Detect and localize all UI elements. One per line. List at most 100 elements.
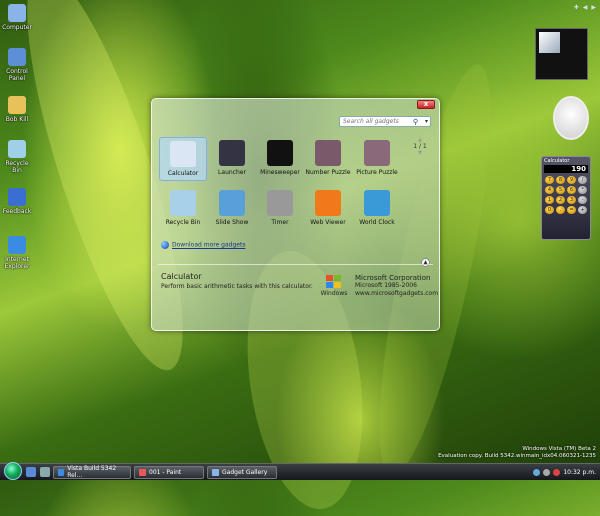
gadget-item[interactable]: Recycle Bin bbox=[159, 187, 207, 229]
watermark-line2: Evaluation copy. Build 5342.winmain_idx0… bbox=[438, 453, 596, 459]
detail-title: Calculator bbox=[161, 272, 202, 281]
computer-icon bbox=[8, 4, 26, 22]
picture-puzzle-icon bbox=[364, 140, 390, 166]
calculator-key[interactable]: 2 bbox=[556, 196, 565, 204]
publisher-copyright: Microsoft 1985-2006 bbox=[355, 282, 417, 289]
rss-icon bbox=[315, 190, 341, 216]
publisher-info: Microsoft Corporation Microsoft 1985-200… bbox=[355, 274, 438, 298]
calculator-icon bbox=[170, 141, 196, 167]
gadget-name: Slide Show bbox=[215, 219, 249, 226]
desktop-icon[interactable]: Feedback bbox=[2, 188, 32, 215]
launcher-icon bbox=[219, 140, 245, 166]
search-box[interactable]: ⚲ ▾ bbox=[339, 116, 431, 127]
download-more-link[interactable]: Download more gadgets bbox=[161, 241, 245, 249]
system-tray: 10:32 p.m. bbox=[533, 468, 600, 476]
page-indicator: 1 / 1 bbox=[413, 143, 427, 150]
desktop-icon-label: Bob Kill bbox=[5, 116, 29, 123]
gadget-item[interactable]: Timer bbox=[256, 187, 304, 229]
calculator-key[interactable]: + bbox=[578, 206, 587, 214]
volume-icon[interactable] bbox=[543, 468, 551, 476]
calculator-key[interactable]: - bbox=[578, 196, 587, 204]
gadget-item[interactable]: Picture Puzzle bbox=[353, 137, 401, 179]
gadget-name: Timer bbox=[271, 219, 289, 226]
recycle-bin-icon bbox=[8, 140, 26, 158]
calculator-key[interactable]: 1 bbox=[545, 196, 554, 204]
slideshow-picture bbox=[539, 32, 560, 53]
pager: ▲ 1 / 1 ▼ bbox=[410, 137, 430, 156]
show-desktop-icon[interactable] bbox=[26, 467, 36, 477]
calculator-gadget[interactable]: Calculator 190 7 8 9/ 4 5 6 * 1 2 3- 0. = + bbox=[541, 156, 591, 240]
collapse-details-button[interactable]: ▲ bbox=[421, 258, 430, 267]
page-down-icon[interactable]: ▼ bbox=[410, 150, 430, 156]
desktop-icon[interactable]: Internet Explorer bbox=[2, 236, 32, 270]
taskbar-button-label: Gadget Gallery bbox=[222, 468, 268, 476]
search-input[interactable] bbox=[340, 117, 410, 126]
gadget-name: World Clock bbox=[359, 219, 395, 226]
watermark-line1: Windows Vista (TM) Beta 2 bbox=[522, 446, 596, 452]
calculator-key[interactable]: = bbox=[567, 206, 576, 214]
desktop-icon[interactable]: Computer bbox=[2, 4, 32, 31]
gadget-item[interactable]: Minesweeper bbox=[256, 137, 304, 179]
world-clock-icon bbox=[364, 190, 390, 216]
publisher-url[interactable]: www.microsoftgadgets.com bbox=[355, 290, 438, 298]
gadget-gallery-icon bbox=[212, 468, 219, 476]
calculator-key[interactable]: 8 bbox=[556, 176, 565, 184]
slideshow-gadget[interactable] bbox=[535, 28, 588, 80]
download-label: Download more gadgets bbox=[172, 241, 246, 249]
taskbar-button[interactable]: 001 - Paint bbox=[134, 465, 204, 479]
gadget-name: Picture Puzzle bbox=[356, 169, 398, 176]
taskbar: Vista Build 5342 Rel... 001 - Paint Gadg… bbox=[0, 462, 600, 480]
gadget-item[interactable]: Web Viewer bbox=[304, 187, 352, 229]
folder-icon bbox=[8, 96, 26, 114]
control-panel-icon bbox=[8, 48, 26, 66]
gadget-item[interactable]: Number Puzzle bbox=[304, 137, 352, 179]
chevron-down-icon[interactable]: ▾ bbox=[425, 118, 428, 125]
calculator-key[interactable]: . bbox=[556, 206, 565, 214]
gadget-item[interactable]: World Clock bbox=[353, 187, 401, 229]
calculator-key[interactable]: 5 bbox=[556, 186, 565, 194]
windows-flag-icon bbox=[326, 275, 342, 289]
gadget-name: Number Puzzle bbox=[305, 169, 351, 176]
gadget-item[interactable]: Calculator bbox=[159, 137, 207, 181]
gadget-name: Web Viewer bbox=[310, 219, 346, 226]
calculator-key[interactable]: 7 bbox=[545, 176, 554, 184]
gadget-item[interactable]: Slide Show bbox=[208, 187, 256, 229]
gadget-name: Minesweeper bbox=[260, 169, 300, 176]
number-puzzle-icon bbox=[315, 140, 341, 166]
desktop-icon[interactable]: Control Panel bbox=[2, 48, 32, 82]
calculator-title: Calculator bbox=[544, 158, 570, 164]
add-gadget-icon[interactable]: ✚ bbox=[574, 4, 579, 11]
desktop-icon[interactable]: Recycle Bin bbox=[2, 140, 32, 174]
start-button[interactable] bbox=[4, 462, 22, 480]
gadget-gallery-window: x ⚲ ▾ ▲ 1 / 1 ▼ Calculator Launcher Mine… bbox=[151, 98, 440, 331]
windows-logo: Windows bbox=[318, 275, 350, 297]
calculator-key[interactable]: 0 bbox=[545, 206, 554, 214]
clock[interactable]: 10:32 p.m. bbox=[563, 469, 596, 476]
clock-gadget[interactable] bbox=[553, 96, 589, 140]
calculator-key[interactable]: 9 bbox=[567, 176, 576, 184]
taskbar-button[interactable]: Gadget Gallery bbox=[207, 465, 277, 479]
previous-icon[interactable]: ◀ bbox=[583, 4, 588, 11]
calculator-key[interactable]: 4 bbox=[545, 186, 554, 194]
desktop-icon[interactable]: Bob Kill bbox=[2, 96, 32, 123]
security-icon[interactable] bbox=[553, 468, 561, 476]
slide-show-icon bbox=[219, 190, 245, 216]
taskbar-button[interactable]: Vista Build 5342 Rel... bbox=[53, 465, 131, 479]
windows-logo-text: Windows bbox=[320, 290, 348, 297]
next-icon[interactable]: ▶ bbox=[591, 4, 596, 11]
search-icon[interactable]: ⚲ bbox=[413, 118, 418, 126]
switch-windows-icon[interactable] bbox=[40, 467, 50, 477]
build-watermark: Windows Vista (TM) Beta 2 Evaluation cop… bbox=[438, 446, 596, 460]
taskbar-button-label: Vista Build 5342 Rel... bbox=[67, 465, 117, 479]
calculator-key[interactable]: * bbox=[578, 186, 587, 194]
desktop-icon-label: Control Panel bbox=[6, 68, 28, 82]
calculator-key[interactable]: / bbox=[578, 176, 587, 184]
calculator-key[interactable]: 6 bbox=[567, 186, 576, 194]
network-icon[interactable] bbox=[533, 468, 541, 476]
calculator-key[interactable]: 3 bbox=[567, 196, 576, 204]
internet-explorer-icon bbox=[8, 236, 26, 254]
desktop-icon-label: Feedback bbox=[2, 208, 32, 215]
gadget-name: Launcher bbox=[218, 169, 246, 176]
close-button[interactable]: x bbox=[417, 100, 435, 109]
gadget-item[interactable]: Launcher bbox=[208, 137, 256, 179]
